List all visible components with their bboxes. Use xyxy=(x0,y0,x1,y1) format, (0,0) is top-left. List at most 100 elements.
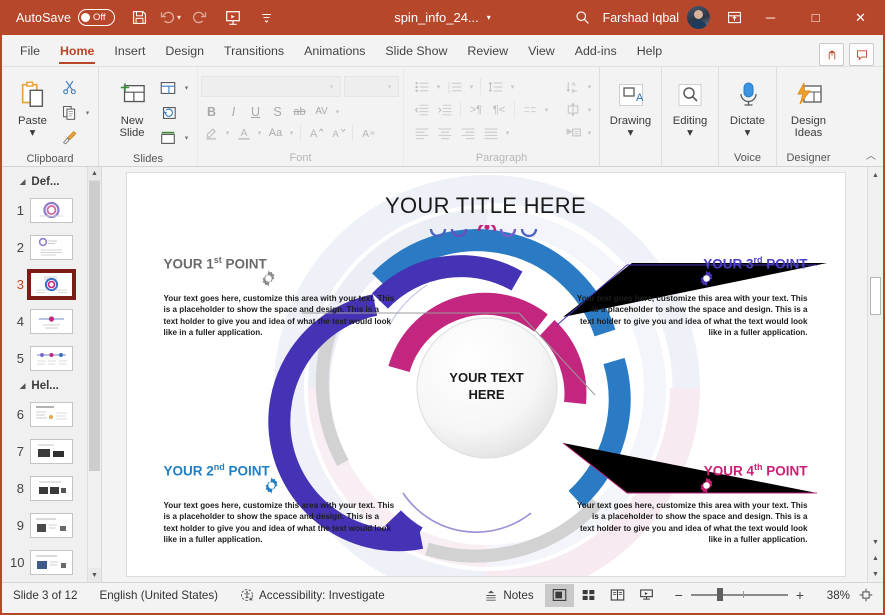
thumbnail-slide-3[interactable]: 3 xyxy=(2,266,87,303)
point-2-body[interactable]: Your text goes here, customize this area… xyxy=(164,500,396,545)
slide-thumbnail[interactable] xyxy=(30,346,73,371)
slide-thumbnail[interactable] xyxy=(30,513,73,538)
text-highlight-caret-icon[interactable]: ▾ xyxy=(223,129,232,137)
undo-dropdown-caret[interactable]: ▾ xyxy=(177,13,181,22)
font-color-caret-icon[interactable]: ▾ xyxy=(255,129,264,137)
smartart-caret-icon[interactable]: ▾ xyxy=(585,129,594,137)
thumbnail-slide-6[interactable]: 6 xyxy=(2,396,87,433)
slide-thumbnail[interactable] xyxy=(30,439,73,464)
copy-icon[interactable] xyxy=(57,101,81,124)
zoom-level[interactable]: 38% xyxy=(818,589,850,602)
align-text-button[interactable] xyxy=(519,99,541,120)
thumbnail-slide-7[interactable]: 7 xyxy=(2,433,87,470)
customize-quick-access-toolbar-icon[interactable] xyxy=(252,4,280,32)
tab-add-ins[interactable]: Add-ins xyxy=(565,36,627,66)
thumbnail-slide-2[interactable]: 2 xyxy=(2,229,87,266)
format-painter-icon[interactable] xyxy=(57,126,81,149)
thumbnail-slide-8[interactable]: 8 xyxy=(2,470,87,507)
slide-editor[interactable]: YOUR TITLE HERE YOUR TEXT HERE xyxy=(126,172,846,577)
thumbnail-slide-10[interactable]: 10 xyxy=(2,544,87,581)
section-icon[interactable] xyxy=(156,126,180,149)
slide-thumbnail[interactable] xyxy=(30,402,73,427)
columns-button[interactable] xyxy=(562,99,584,120)
slide-thumbnail[interactable] xyxy=(30,235,73,260)
close-button[interactable]: ✕ xyxy=(838,0,883,35)
section-collapse-icon[interactable]: ◢ xyxy=(20,178,25,186)
italic-button[interactable]: I xyxy=(223,101,244,122)
new-slide-button[interactable]: New Slide xyxy=(108,73,156,139)
bullets-button[interactable] xyxy=(411,76,433,97)
text-direction-button[interactable]: A xyxy=(562,76,584,97)
font-name-input[interactable]: ▾ xyxy=(201,76,341,97)
document-title-area[interactable]: spin_info_24... ▾ xyxy=(394,10,491,25)
justify-button[interactable] xyxy=(480,122,502,143)
canvas-scrollbar[interactable]: ▲ ▼ ▲ ▼ xyxy=(867,167,883,582)
thumbnail-slide-1[interactable]: 1 xyxy=(2,192,87,229)
increase-font-size-button[interactable]: A xyxy=(305,122,326,143)
line-spacing-button[interactable] xyxy=(485,76,507,97)
slide-thumbnail[interactable] xyxy=(30,476,73,501)
strikethrough-button[interactable]: ab xyxy=(289,101,310,122)
user-name[interactable]: Farshad Iqbal xyxy=(603,11,679,25)
slide-thumbnail[interactable] xyxy=(30,198,73,223)
zoom-in-button[interactable]: + xyxy=(788,587,812,603)
paste-dropdown-caret-icon[interactable]: ▾ xyxy=(30,127,36,139)
start-presentation-icon[interactable] xyxy=(219,4,247,32)
canvas-scrollbar-thumb[interactable] xyxy=(870,277,881,315)
tab-transitions[interactable]: Transitions xyxy=(214,36,294,66)
scissors-icon[interactable] xyxy=(57,76,81,99)
tab-review[interactable]: Review xyxy=(457,36,518,66)
canvas-scroll-down-icon[interactable]: ▼ xyxy=(868,534,883,550)
ribbon-display-options-icon[interactable] xyxy=(720,4,748,32)
point-3-heading[interactable]: YOUR 3rd POINT xyxy=(703,255,807,272)
slide-sorter-button[interactable] xyxy=(574,584,603,607)
minimize-button[interactable]: ─ xyxy=(748,0,793,35)
zoom-slider[interactable]: − + xyxy=(667,587,812,603)
slide-counter[interactable]: Slide 3 of 12 xyxy=(2,583,88,607)
editing-dropdown-caret-icon[interactable]: ▾ xyxy=(687,127,693,139)
comments-icon[interactable] xyxy=(849,43,874,66)
tab-view[interactable]: View xyxy=(518,36,565,66)
character-spacing-caret-icon[interactable]: ▾ xyxy=(333,108,342,116)
notes-button[interactable]: Notes xyxy=(473,583,544,607)
save-icon[interactable] xyxy=(125,4,153,32)
previous-slide-icon[interactable]: ▲ xyxy=(868,550,883,566)
collapse-ribbon-icon[interactable]: ︿ xyxy=(866,147,876,162)
change-case-caret-icon[interactable]: ▾ xyxy=(287,129,296,137)
clear-formatting-button[interactable]: A xyxy=(357,122,378,143)
center-label[interactable]: YOUR TEXT HERE xyxy=(417,369,557,403)
tab-animations[interactable]: Animations xyxy=(294,36,375,66)
thumbnail-slide-9[interactable]: 9 xyxy=(2,507,87,544)
fit-slide-to-window-icon[interactable] xyxy=(850,588,883,602)
avatar[interactable] xyxy=(687,6,710,29)
maximize-button[interactable]: □ xyxy=(793,0,838,35)
section-header-hello[interactable]: ◢ Hel... xyxy=(2,377,87,396)
autosave-control[interactable]: AutoSave Off xyxy=(16,9,115,26)
thumbnail-scrollbar-thumb[interactable] xyxy=(89,181,100,471)
tab-insert[interactable]: Insert xyxy=(104,36,155,66)
numbering-button[interactable]: 123 xyxy=(444,76,466,97)
editing-button[interactable]: Editing ▾ xyxy=(668,73,712,139)
justify-caret-icon[interactable]: ▾ xyxy=(503,129,512,137)
point-2-heading[interactable]: YOUR 2nd POINT xyxy=(164,462,270,479)
autosave-toggle[interactable]: Off xyxy=(78,9,115,26)
slide-thumbnail[interactable] xyxy=(30,309,73,334)
line-spacing-caret-icon[interactable]: ▾ xyxy=(508,83,517,91)
thumbnail-scrollbar[interactable]: ▲ ▼ xyxy=(87,167,101,582)
copy-dropdown-caret-icon[interactable]: ▾ xyxy=(83,109,92,117)
reset-slide-icon[interactable] xyxy=(156,101,180,124)
redo-icon[interactable] xyxy=(185,4,213,32)
point-4-body[interactable]: Your text goes here, customize this area… xyxy=(576,500,808,545)
section-dropdown-caret-icon[interactable]: ▾ xyxy=(182,134,191,142)
numbering-caret-icon[interactable]: ▾ xyxy=(467,83,476,91)
ltr-text-direction-button[interactable]: >¶ xyxy=(465,99,487,120)
text-shadow-button[interactable]: S xyxy=(267,101,288,122)
language-indicator[interactable]: English (United States) xyxy=(88,583,229,607)
bold-button[interactable]: B xyxy=(201,101,222,122)
rtl-text-direction-button[interactable]: ¶< xyxy=(488,99,510,120)
thumbnail-scroll-up-icon[interactable]: ▲ xyxy=(88,167,101,181)
search-icon[interactable] xyxy=(569,4,597,32)
tab-file[interactable]: File xyxy=(10,36,50,66)
reading-view-button[interactable] xyxy=(603,584,632,607)
tab-design[interactable]: Design xyxy=(155,36,214,66)
